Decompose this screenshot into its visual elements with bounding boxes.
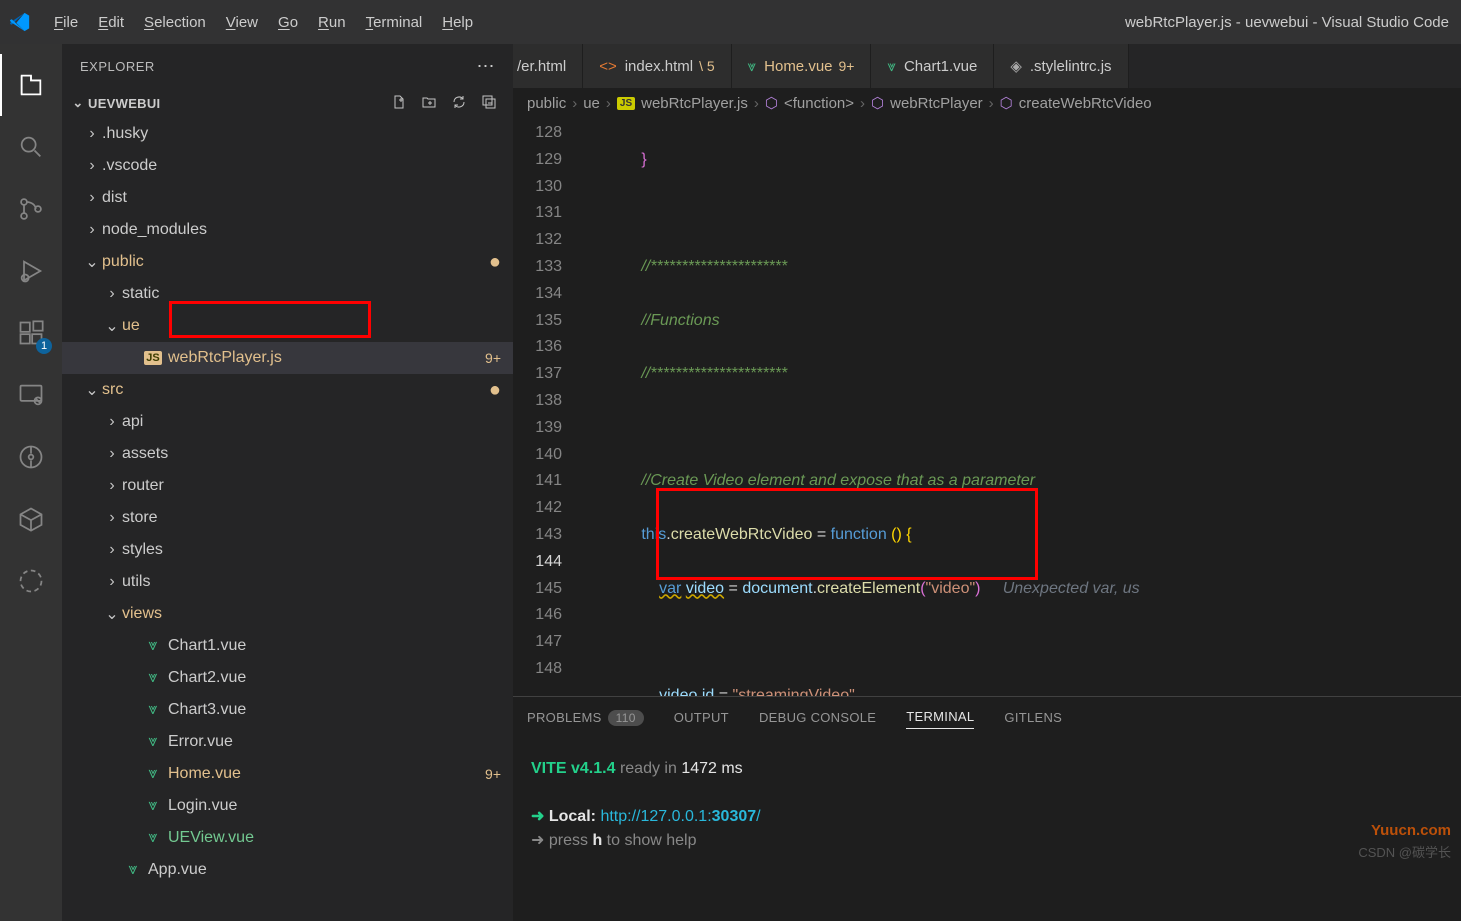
window-title: webRtcPlayer.js - uevwebui - Visual Stud…	[483, 14, 1453, 31]
titlebar: File Edit Selection View Go Run Terminal…	[0, 0, 1461, 44]
explorer-icon[interactable]	[0, 54, 62, 116]
editor-area: /er.html <>index.html\ 5 ⩔Home.vue9+ ⩔Ch…	[513, 44, 1461, 921]
panel-tab-gitlens[interactable]: GITLENS	[1004, 706, 1062, 729]
folder-assets[interactable]: ›assets	[62, 438, 513, 470]
vue-file-icon: ⩔	[122, 861, 144, 879]
terminal-output[interactable]: VITE v4.1.4 ready in 1472 ms ➜ Local: ht…	[513, 737, 1461, 921]
function-icon: ⬡	[1000, 94, 1013, 112]
watermark: CSDN @碳学长	[1358, 842, 1451, 861]
folder-husky[interactable]: ›.husky	[62, 118, 513, 150]
vite-icon[interactable]	[0, 550, 62, 612]
folder-vscode[interactable]: ›.vscode	[62, 150, 513, 182]
new-folder-icon[interactable]	[421, 94, 437, 113]
function-icon: ⬡	[871, 94, 884, 112]
file-login[interactable]: ⩔Login.vue	[62, 790, 513, 822]
box-icon[interactable]	[0, 488, 62, 550]
js-file-icon: JS	[144, 351, 161, 365]
code-content[interactable]: } //********************** //Functions /…	[588, 118, 1461, 696]
vscode-logo-icon	[8, 10, 32, 34]
code-editor[interactable]: 1281291301311321331341351361371381391401…	[513, 118, 1461, 696]
html-file-icon: <>	[599, 58, 617, 75]
menu-file[interactable]: File	[44, 0, 88, 44]
modified-dot-icon: ●	[489, 380, 501, 400]
folder-utils[interactable]: ›utils	[62, 566, 513, 598]
folder-public[interactable]: ⌄public●	[62, 246, 513, 278]
file-error[interactable]: ⩔Error.vue	[62, 726, 513, 758]
panel-tab-output[interactable]: OUTPUT	[674, 706, 729, 729]
menu-go[interactable]: Go	[268, 0, 308, 44]
gitlens-icon[interactable]	[0, 426, 62, 488]
file-chart3[interactable]: ⩔Chart3.vue	[62, 694, 513, 726]
refresh-icon[interactable]	[451, 94, 467, 113]
gutter: 1281291301311321331341351361371381391401…	[513, 118, 588, 696]
file-webrtcplayer[interactable]: JSwebRtcPlayer.js9+	[62, 342, 513, 374]
vue-file-icon: ⩔	[887, 58, 895, 75]
remote-icon[interactable]	[0, 364, 62, 426]
vue-file-icon: ⩔	[142, 733, 164, 751]
collapse-icon[interactable]	[481, 94, 497, 113]
file-chart2[interactable]: ⩔Chart2.vue	[62, 662, 513, 694]
folder-dist[interactable]: ›dist	[62, 182, 513, 214]
problems-count: 110	[608, 710, 644, 726]
new-file-icon[interactable]	[391, 94, 407, 113]
menu-edit[interactable]: Edit	[88, 0, 134, 44]
folder-header[interactable]: ⌄ UEVWEBUI	[62, 88, 513, 118]
folder-name: UEVWEBUI	[88, 96, 160, 111]
menu-view[interactable]: View	[216, 0, 268, 44]
stylelint-file-icon: ◈	[1010, 57, 1022, 75]
folder-src[interactable]: ⌄src●	[62, 374, 513, 406]
folder-router[interactable]: ›router	[62, 470, 513, 502]
folder-ue[interactable]: ⌄ue	[62, 310, 513, 342]
file-chart1[interactable]: ⩔Chart1.vue	[62, 630, 513, 662]
tab-home[interactable]: ⩔Home.vue9+	[732, 44, 872, 88]
git-modified-badge: 9+	[485, 350, 501, 366]
explorer-title: EXPLORER	[80, 59, 155, 74]
panel-tab-debug[interactable]: DEBUG CONSOLE	[759, 706, 876, 729]
extensions-badge: 1	[36, 338, 52, 354]
extensions-icon[interactable]: 1	[0, 302, 62, 364]
run-debug-icon[interactable]	[0, 240, 62, 302]
file-app[interactable]: ⩔App.vue	[62, 854, 513, 886]
bottom-panel: PROBLEMS110 OUTPUT DEBUG CONSOLE TERMINA…	[513, 696, 1461, 921]
tab-stylelint[interactable]: ◈.stylelintrc.js	[994, 44, 1128, 88]
editor-tabs: /er.html <>index.html\ 5 ⩔Home.vue9+ ⩔Ch…	[513, 44, 1461, 88]
js-file-icon: JS	[617, 97, 635, 110]
folder-api[interactable]: ›api	[62, 406, 513, 438]
breadcrumb[interactable]: public› ue› JSwebRtcPlayer.js› ⬡<functio…	[513, 88, 1461, 118]
folder-views[interactable]: ⌄views	[62, 598, 513, 630]
folder-styles[interactable]: ›styles	[62, 534, 513, 566]
vue-file-icon: ⩔	[142, 765, 164, 783]
vue-file-icon: ⩔	[142, 797, 164, 815]
panel-tab-problems[interactable]: PROBLEMS110	[527, 706, 644, 729]
file-tree: ›.husky ›.vscode ›dist ›node_modules ⌄pu…	[62, 118, 513, 921]
folder-store[interactable]: ›store	[62, 502, 513, 534]
more-icon[interactable]: ⋯	[477, 56, 496, 77]
panel-tabs: PROBLEMS110 OUTPUT DEBUG CONSOLE TERMINA…	[513, 697, 1461, 737]
vue-file-icon: ⩔	[142, 637, 164, 655]
explorer-sidebar: EXPLORER ⋯ ⌄ UEVWEBUI ›.husky ›.vscode ›…	[62, 44, 513, 921]
source-control-icon[interactable]	[0, 178, 62, 240]
panel-tab-terminal[interactable]: TERMINAL	[906, 705, 974, 729]
modified-dot-icon: ●	[489, 252, 501, 272]
chevron-down-icon: ⌄	[68, 95, 88, 111]
vue-file-icon: ⩔	[142, 669, 164, 687]
file-ueview[interactable]: ⩔UEView.vue	[62, 822, 513, 854]
vue-file-icon: ⩔	[142, 829, 164, 847]
menu-run[interactable]: Run	[308, 0, 356, 44]
menu-selection[interactable]: Selection	[134, 0, 216, 44]
tab-erhtml[interactable]: /er.html	[513, 44, 583, 88]
tab-chart1[interactable]: ⩔Chart1.vue	[871, 44, 994, 88]
menu-help[interactable]: Help	[432, 0, 483, 44]
file-home[interactable]: ⩔Home.vue9+	[62, 758, 513, 790]
folder-node-modules[interactable]: ›node_modules	[62, 214, 513, 246]
activity-bar: 1	[0, 44, 62, 921]
vue-file-icon: ⩔	[748, 58, 756, 75]
function-icon: ⬡	[765, 94, 778, 112]
menu-terminal[interactable]: Terminal	[356, 0, 433, 44]
vue-file-icon: ⩔	[142, 701, 164, 719]
watermark: Yuucn.com	[1371, 822, 1451, 839]
tab-indexhtml[interactable]: <>index.html\ 5	[583, 44, 731, 88]
folder-static[interactable]: ›static	[62, 278, 513, 310]
search-icon[interactable]	[0, 116, 62, 178]
